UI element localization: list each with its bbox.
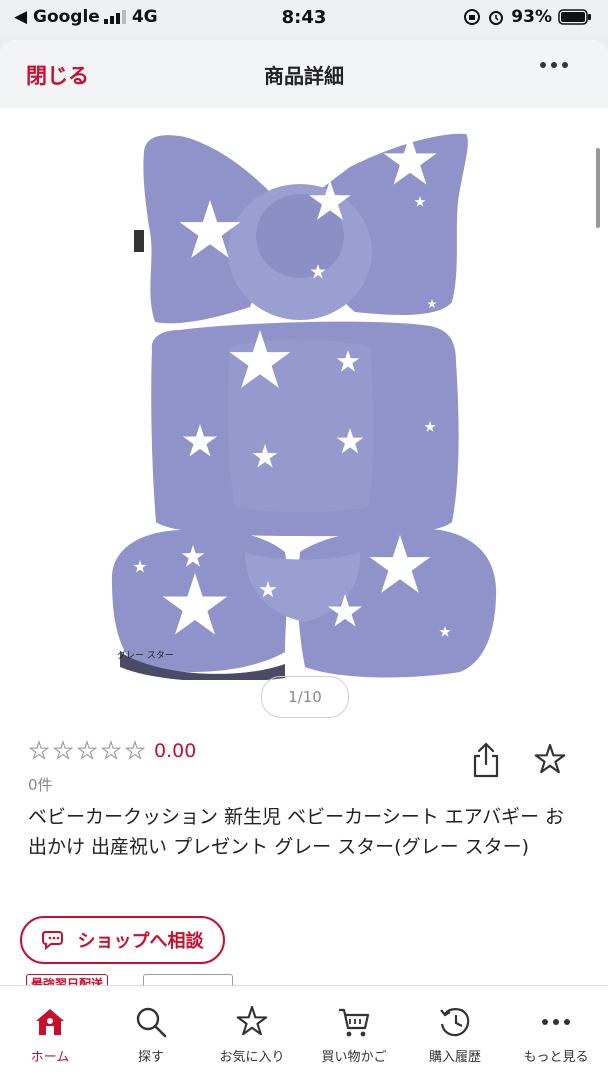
- star-icon: [234, 1004, 270, 1040]
- rating-score: 0.00: [154, 740, 197, 762]
- product-title: ベビーカークッション 新生児 ベビーカーシート エアバギー お出かけ 出産祝い …: [28, 806, 565, 858]
- more-icon: [542, 1019, 570, 1025]
- tab-cart[interactable]: 買い物かご: [304, 986, 404, 1080]
- status-bar: ◀ Google 4G 8:43 93%: [0, 0, 608, 36]
- image-pager: 1/10: [261, 676, 349, 718]
- contact-shop-label: ショップへ相談: [77, 931, 204, 952]
- battery-percent: 93%: [511, 7, 552, 27]
- status-right: 93%: [463, 7, 592, 27]
- search-icon: [136, 1007, 167, 1038]
- tab-label: もっと見る: [523, 1050, 589, 1065]
- product-image[interactable]: [100, 112, 510, 680]
- home-icon: [36, 1009, 64, 1035]
- share-icon[interactable]: [470, 740, 502, 780]
- rating-star-icon: [52, 740, 74, 762]
- tab-more[interactable]: もっと見る: [506, 986, 606, 1080]
- chat-icon: [41, 931, 63, 951]
- image-caption: グレー スター: [117, 651, 174, 661]
- rating-row: 0.00: [28, 740, 196, 762]
- battery-icon: [558, 9, 591, 25]
- scrollbar[interactable]: [596, 148, 600, 228]
- tab-label: お気に入り: [219, 1050, 285, 1065]
- tab-label: ホーム: [30, 1050, 70, 1065]
- contact-shop-button[interactable]: ショップへ相談: [20, 916, 225, 964]
- modal-header: 閉じる 商品詳細: [0, 40, 608, 108]
- rating-star-icon: [100, 740, 122, 762]
- rating-star-icon: [124, 740, 146, 762]
- more-options-icon[interactable]: [540, 62, 568, 68]
- orientation-lock-icon: [464, 9, 481, 25]
- bottom-tab-bar: ホーム 探す お気に入り 買い物かご 購入履歴 もっと見る: [0, 985, 608, 1080]
- rating-star-icon: [76, 740, 98, 762]
- history-icon: [440, 1008, 470, 1037]
- alarm-icon: [489, 11, 504, 25]
- review-count[interactable]: 0件: [28, 774, 53, 795]
- page-title: 商品詳細: [264, 64, 344, 88]
- tab-favorites[interactable]: お気に入り: [202, 986, 302, 1080]
- tab-label: 探す: [137, 1050, 164, 1065]
- tab-purchase-history[interactable]: 購入履歴: [405, 986, 505, 1080]
- tab-search[interactable]: 探す: [101, 986, 201, 1080]
- rating-star-icon: [28, 740, 50, 762]
- tab-label: 購入履歴: [428, 1050, 481, 1065]
- favorite-star-icon[interactable]: [532, 742, 568, 778]
- tab-label: 買い物かご: [321, 1050, 387, 1065]
- cart-icon: [339, 1008, 370, 1037]
- tab-home[interactable]: ホーム: [0, 986, 100, 1080]
- product-detail-sheet: 閉じる 商品詳細 グレー スター 1/10 0.00 0件 ベビーカークッション…: [0, 40, 608, 1080]
